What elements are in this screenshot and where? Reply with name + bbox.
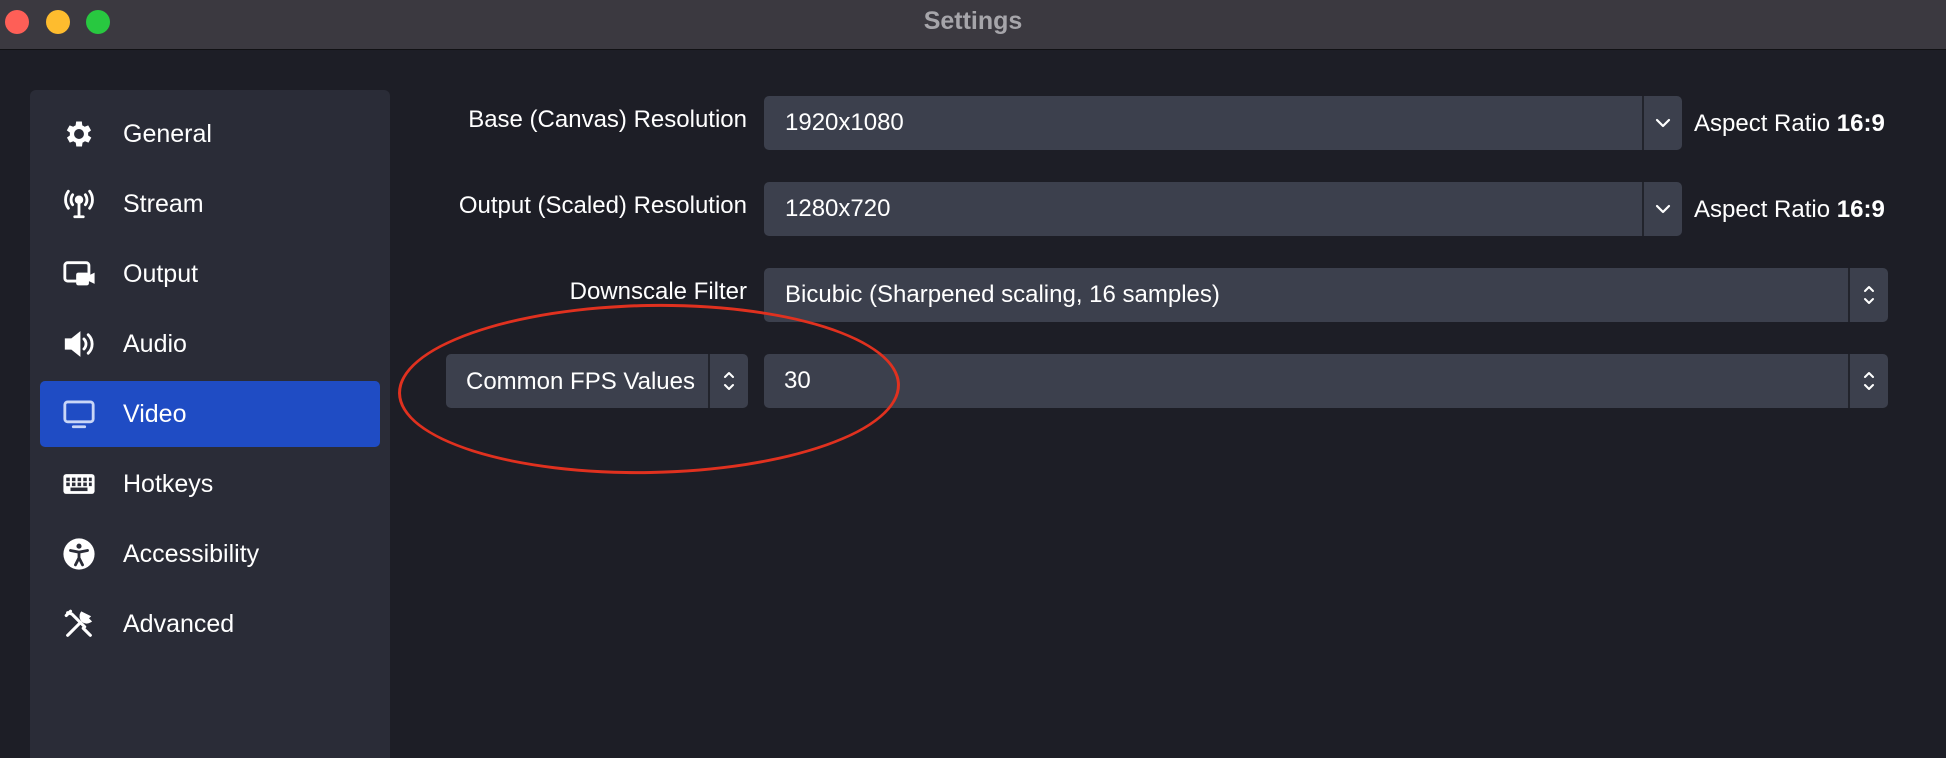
output-resolution-dropdown-button[interactable] xyxy=(1642,182,1682,236)
sidebar-item-label: Stream xyxy=(123,189,204,218)
title-bar: Settings xyxy=(0,0,1946,50)
fps-value-select[interactable]: 30 xyxy=(764,354,1888,408)
aspect-ratio-value: 16:9 xyxy=(1836,196,1885,223)
sidebar-item-advanced[interactable]: Advanced xyxy=(40,591,380,657)
fps-type-value: Common FPS Values xyxy=(466,368,695,395)
output-resolution-value: 1280x720 xyxy=(785,195,891,222)
monitor-icon xyxy=(62,397,96,431)
aspect-ratio-label: Aspect Ratio xyxy=(1694,110,1831,137)
speaker-icon xyxy=(62,327,96,361)
aspect-ratio-label: Aspect Ratio xyxy=(1694,196,1831,223)
base-resolution-label: Base (Canvas) Resolution xyxy=(468,106,747,133)
sidebar-item-stream[interactable]: Stream xyxy=(40,171,380,237)
output-icon xyxy=(62,257,96,291)
tools-icon xyxy=(62,607,96,641)
sidebar-item-accessibility[interactable]: Accessibility xyxy=(40,521,380,587)
output-aspect-ratio: Aspect Ratio 16:9 xyxy=(1694,196,1885,224)
chevron-updown-icon xyxy=(1864,286,1874,304)
downscale-filter-select[interactable]: Bicubic (Sharpened scaling, 16 samples) xyxy=(764,268,1888,322)
downscale-filter-label: Downscale Filter xyxy=(569,278,747,305)
keyboard-icon xyxy=(62,467,96,501)
sidebar-item-general[interactable]: General xyxy=(40,101,380,167)
sidebar-item-output[interactable]: Output xyxy=(40,241,380,307)
base-resolution-value: 1920x1080 xyxy=(785,109,904,136)
downscale-filter-value: Bicubic (Sharpened scaling, 16 samples) xyxy=(785,281,1220,308)
sidebar-item-audio[interactable]: Audio xyxy=(40,311,380,377)
sidebar-item-label: Video xyxy=(123,399,187,428)
chevron-down-icon xyxy=(1655,118,1671,128)
accessibility-icon xyxy=(62,537,96,571)
base-aspect-ratio: Aspect Ratio 16:9 xyxy=(1694,110,1885,138)
sidebar-item-label: Hotkeys xyxy=(123,469,214,498)
chevron-down-icon xyxy=(1655,204,1671,214)
output-resolution-label: Output (Scaled) Resolution xyxy=(458,192,747,219)
settings-sidebar: General Stream Output Audio Video Hotkey… xyxy=(30,90,390,758)
antenna-icon xyxy=(62,187,96,221)
sidebar-item-video[interactable]: Video xyxy=(40,381,380,447)
output-resolution-combobox[interactable]: 1280x720 xyxy=(764,182,1682,236)
fps-value: 30 xyxy=(784,367,811,394)
sidebar-item-label: General xyxy=(123,119,212,148)
chevron-updown-icon xyxy=(724,372,734,390)
base-resolution-dropdown-button[interactable] xyxy=(1642,96,1682,150)
base-resolution-combobox[interactable]: 1920x1080 xyxy=(764,96,1682,150)
aspect-ratio-value: 16:9 xyxy=(1836,110,1885,137)
sidebar-item-label: Accessibility xyxy=(123,539,260,568)
gear-icon xyxy=(62,117,96,151)
fps-type-stepper[interactable] xyxy=(708,354,748,408)
window-title: Settings xyxy=(923,7,1023,35)
sidebar-item-label: Audio xyxy=(123,329,187,358)
chevron-updown-icon xyxy=(1864,372,1874,390)
sidebar-item-label: Output xyxy=(123,259,199,288)
fps-value-stepper[interactable] xyxy=(1848,354,1888,408)
fps-type-select[interactable]: Common FPS Values xyxy=(446,354,748,408)
sidebar-item-label: Advanced xyxy=(123,609,235,638)
sidebar-item-hotkeys[interactable]: Hotkeys xyxy=(40,451,380,517)
downscale-filter-stepper[interactable] xyxy=(1848,268,1888,322)
